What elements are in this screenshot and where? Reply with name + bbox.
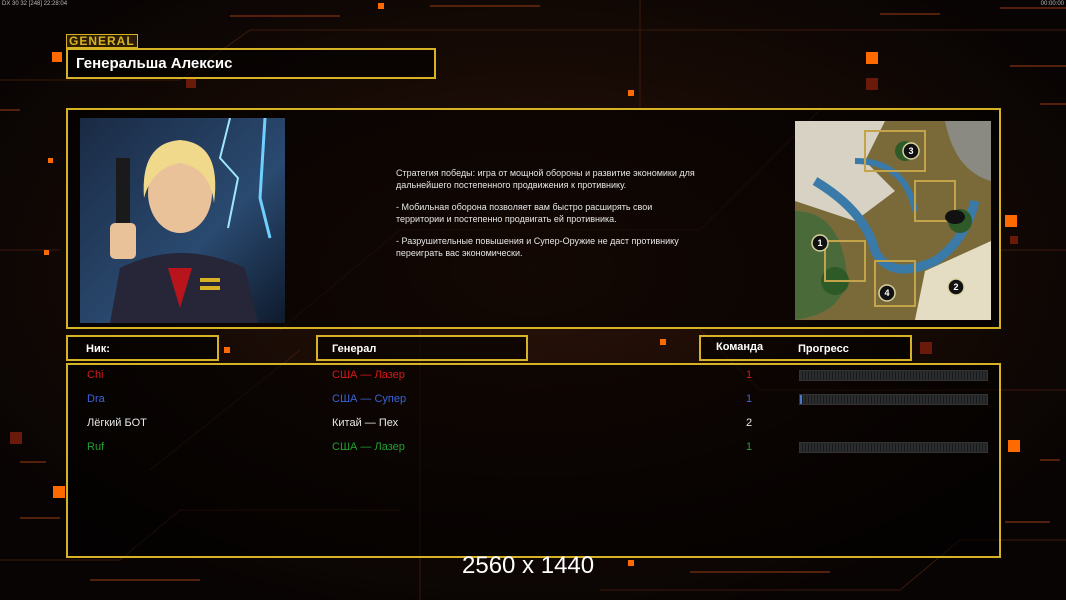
loading-progress-bar: [799, 442, 988, 453]
column-header-team-progress: Команда Прогресс: [699, 335, 912, 361]
resolution-label: 2560 x 1440: [462, 552, 595, 579]
strategy-description: Стратегия победы: игра от мощной обороны…: [396, 168, 696, 259]
column-header-nick: Ник:: [66, 335, 219, 361]
player-row: Chi США — Лазер 1: [68, 366, 1003, 384]
general-name-panel: Генеральша Алексис: [66, 48, 436, 79]
player-nick: Ruf: [87, 441, 105, 453]
superweapon-bullet: - Разрушительные повышения и Супер-Оружи…: [396, 236, 679, 258]
player-general: США — Лазер: [332, 441, 405, 453]
general-tag-label: GENERAL: [66, 34, 138, 48]
player-row: Dra США — Супер 1: [68, 390, 1003, 408]
player-team: 1: [745, 393, 753, 405]
strategy-text: Стратегия победы: игра от мощной обороны…: [396, 168, 695, 190]
nick-header-label: Ник:: [86, 343, 110, 355]
general-header-label: Генерал: [332, 343, 377, 355]
fps-clock-readout: DX 30 32 [248] 22:28:04: [2, 1, 68, 7]
player-general: Китай — Пех: [332, 417, 399, 429]
player-nick: Лёгкий БОТ: [87, 417, 147, 429]
map-preview: 1 2 3 4: [795, 121, 991, 320]
spawn-label-4: 4: [884, 288, 889, 298]
spawn-label-2: 2: [953, 282, 958, 292]
match-timer: 00:00:00: [1040, 1, 1064, 7]
defense-bullet: - Мобильная оборона позволяет вам быстро…: [396, 202, 653, 224]
progress-fill: [800, 395, 802, 404]
progress-header-label: Прогресс: [798, 343, 849, 355]
spawn-label-1: 1: [817, 238, 822, 248]
spawn-label-3: 3: [908, 146, 913, 156]
player-general: США — Лазер: [332, 369, 405, 381]
player-nick: Dra: [87, 393, 105, 405]
general-name: Генеральша Алексис: [76, 55, 233, 72]
player-general: США — Супер: [332, 393, 407, 405]
general-info-panel: Стратегия победы: игра от мощной обороны…: [66, 108, 1001, 329]
general-portrait: [80, 118, 285, 323]
system-info-bar: DX 30 32 [248] 22:28:04 00:00:00: [0, 0, 1066, 8]
player-nick: Chi: [87, 369, 104, 381]
player-team: 1: [745, 369, 753, 381]
player-team: 1: [745, 441, 753, 453]
player-team: 2: [745, 417, 753, 429]
player-row: Лёгкий БОТ Китай — Пех 2: [68, 414, 1003, 432]
player-row: Ruf США — Лазер 1: [68, 438, 1003, 456]
column-header-general: Генерал: [316, 335, 528, 361]
loading-progress-bar: [799, 370, 988, 381]
team-header-label: Команда: [716, 341, 764, 353]
loading-progress-bar: [799, 394, 988, 405]
player-list: Chi США — Лазер 1 Dra США — Супер 1 Лёгк…: [66, 363, 1001, 558]
